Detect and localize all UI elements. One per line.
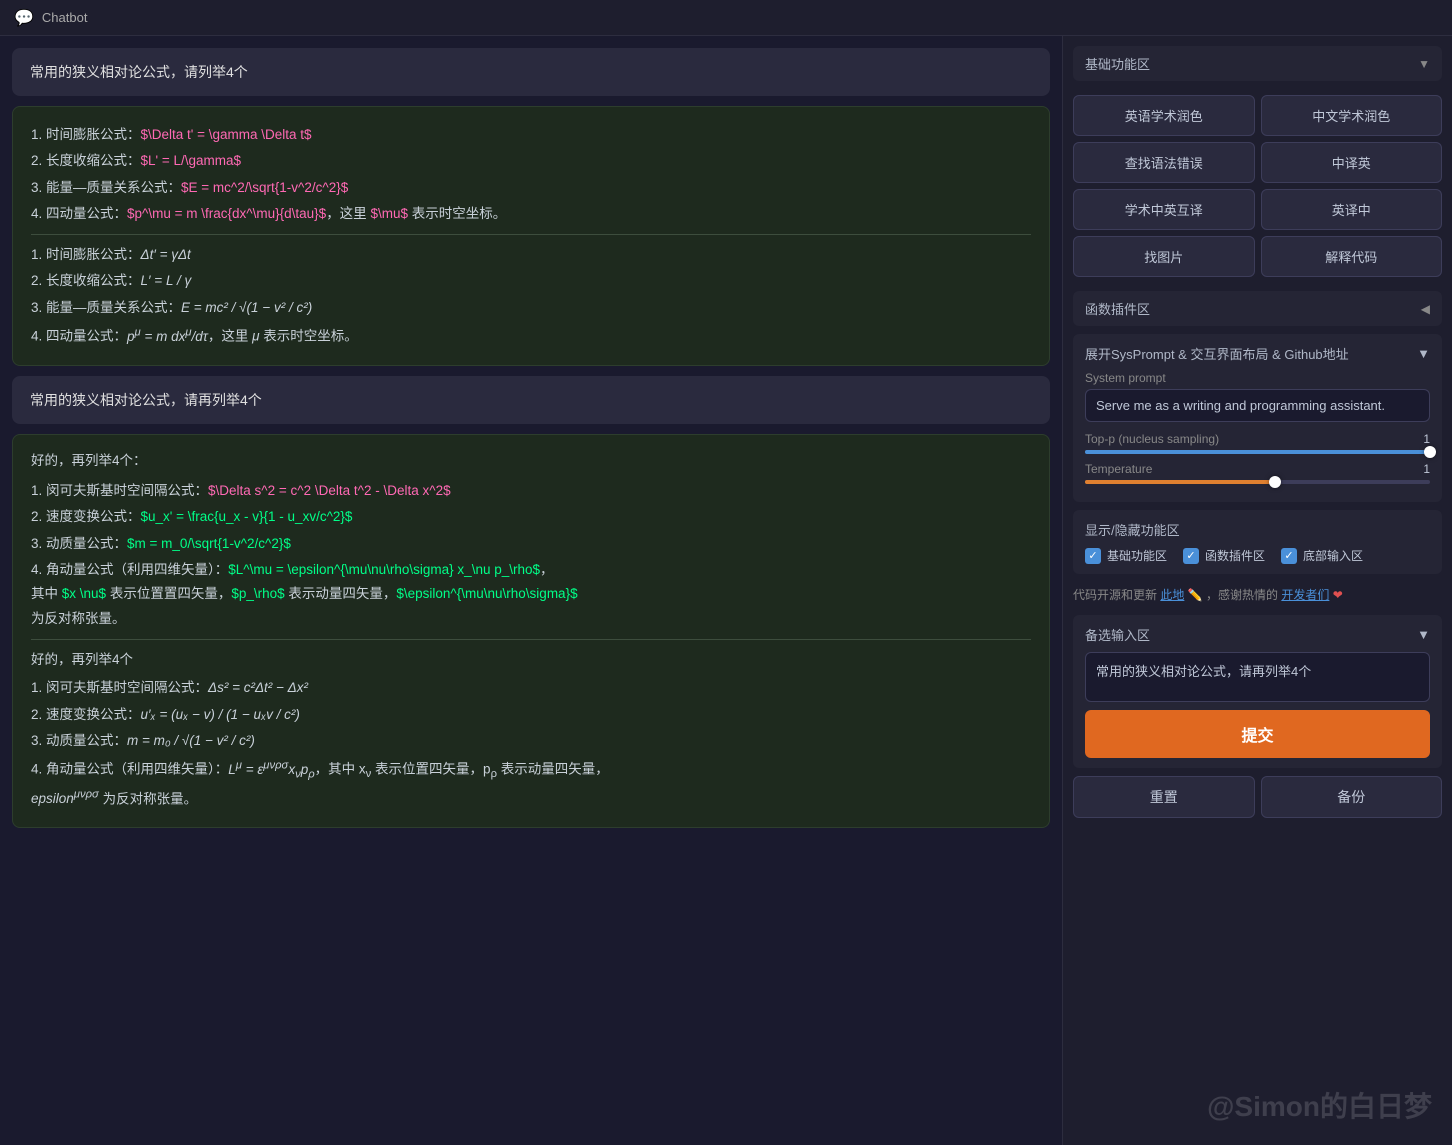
btn-zh-academic[interactable]: 中文学术润色 (1261, 95, 1443, 136)
heart-icon: ❤ (1333, 588, 1343, 602)
main-layout: 常用的狭义相对论公式，请列举4个 1. 时间膨胀公式：$\Delta t' = … (0, 36, 1452, 1145)
basic-buttons-grid: 英语学术润色 中文学术润色 查找语法错误 中译英 学术中英互译 英译中 找图片 … (1073, 89, 1442, 283)
right-panel: 基础功能区 ▼ 英语学术润色 中文学术润色 查找语法错误 中译英 学术中英互译 … (1062, 36, 1452, 1145)
chatbot-icon: 💬 (14, 8, 34, 28)
user-message-1: 常用的狭义相对论公式，请列举4个 (12, 48, 1050, 96)
top-p-value: 1 (1423, 432, 1430, 446)
top-p-track[interactable] (1085, 450, 1430, 454)
visibility-section: 显示/隐藏功能区 ✓ 基础功能区 ✓ 函数插件区 ✓ 底部输入区 (1073, 510, 1442, 574)
alt-input-title: 备选输入区 (1085, 625, 1150, 644)
btn-en-to-zh[interactable]: 英译中 (1261, 189, 1443, 230)
checkbox-row: ✓ 基础功能区 ✓ 函数插件区 ✓ 底部输入区 (1085, 547, 1430, 564)
alt-input-box[interactable]: 常用的狭义相对论公式，请再列举4个 (1085, 652, 1430, 702)
checkbox-basic-box[interactable]: ✓ (1085, 548, 1101, 564)
visibility-title: 显示/隐藏功能区 (1085, 520, 1430, 539)
chat-panel: 常用的狭义相对论公式，请列举4个 1. 时间膨胀公式：$\Delta t' = … (0, 36, 1062, 1145)
btn-find-image[interactable]: 找图片 (1073, 236, 1255, 277)
temperature-value: 1 (1423, 462, 1430, 476)
btn-explain-code[interactable]: 解释代码 (1261, 236, 1443, 277)
system-prompt-label: System prompt (1085, 371, 1430, 385)
system-prompt-value[interactable]: Serve me as a writing and programming as… (1085, 389, 1430, 422)
btn-find-grammar[interactable]: 查找语法错误 (1073, 142, 1255, 183)
btn-zh-to-en[interactable]: 中译英 (1261, 142, 1443, 183)
top-p-slider-section: Top-p (nucleus sampling) 1 (1085, 432, 1430, 454)
temperature-slider-section: Temperature 1 (1085, 462, 1430, 484)
reset-button[interactable]: 重置 (1073, 776, 1255, 818)
credit-devs-link[interactable]: 开发者们 (1281, 588, 1329, 602)
submit-button[interactable]: 提交 (1085, 710, 1430, 758)
temperature-fill (1085, 480, 1275, 484)
plugin-section[interactable]: 函数插件区 ◀ (1073, 291, 1442, 326)
app-title: Chatbot (42, 10, 88, 25)
plugin-section-arrow: ◀ (1421, 302, 1430, 316)
checkbox-bottom[interactable]: ✓ 底部输入区 (1281, 547, 1363, 564)
btn-academic-bilingual[interactable]: 学术中英互译 (1073, 189, 1255, 230)
credit-link[interactable]: 此地 (1160, 588, 1184, 602)
basic-section-arrow: ▼ (1418, 57, 1430, 71)
temperature-track[interactable] (1085, 480, 1430, 484)
basic-section-header[interactable]: 基础功能区 ▼ (1073, 46, 1442, 81)
assistant-message-1: 1. 时间膨胀公式：$\Delta t' = \gamma \Delta t$ … (12, 106, 1050, 366)
top-bar: 💬 Chatbot (0, 0, 1452, 36)
sysprompt-section: 展开SysPrompt & 交互界面布局 & Github地址 ▼ System… (1073, 334, 1442, 502)
bottom-buttons: 重置 备份 (1073, 776, 1442, 818)
checkbox-basic[interactable]: ✓ 基础功能区 (1085, 547, 1167, 564)
btn-en-academic[interactable]: 英语学术润色 (1073, 95, 1255, 136)
alt-input-section: 备选输入区 ▼ 常用的狭义相对论公式，请再列举4个 提交 (1073, 615, 1442, 768)
temperature-thumb[interactable] (1269, 476, 1281, 488)
checkbox-plugin[interactable]: ✓ 函数插件区 (1183, 547, 1265, 564)
checkbox-bottom-box[interactable]: ✓ (1281, 548, 1297, 564)
copy-button[interactable]: 备份 (1261, 776, 1443, 818)
credit-line: 代码开源和更新 此地 ✏️ ，感谢热情的 开发者们 ❤ (1073, 582, 1442, 607)
user-message-2: 常用的狭义相对论公式，请再列举4个 (12, 376, 1050, 424)
assistant-message-2: 好的，再列举4个： 1. 闵可夫斯基时空间隔公式：$\Delta s^2 = c… (12, 434, 1050, 829)
alt-input-arrow: ▼ (1417, 627, 1430, 642)
checkbox-plugin-box[interactable]: ✓ (1183, 548, 1199, 564)
top-p-fill (1085, 450, 1430, 454)
top-p-thumb[interactable] (1424, 446, 1436, 458)
sysprompt-arrow: ▼ (1417, 346, 1430, 361)
